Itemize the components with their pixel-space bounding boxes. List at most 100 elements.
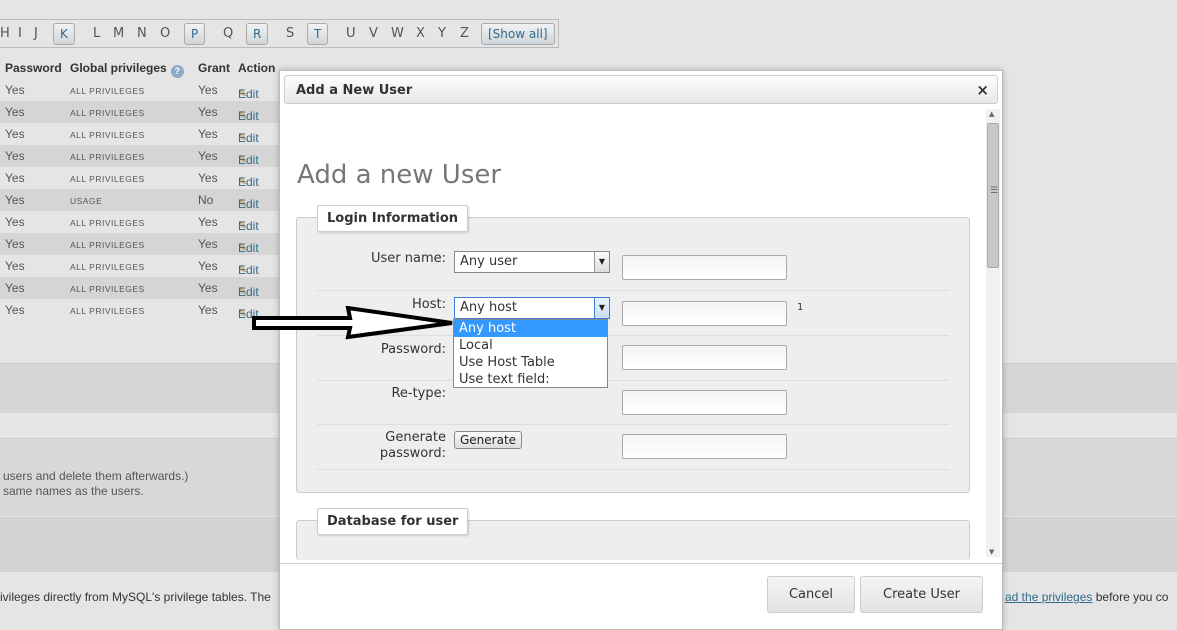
table-row: Yes ALL PRIVILEGES Yes ✎ Edit <box>0 123 300 145</box>
generated-password-input[interactable] <box>622 434 787 459</box>
privileges-cell: ALL PRIVILEGES <box>70 218 145 228</box>
privileges-cell: ALL PRIVILEGES <box>70 306 145 316</box>
generate-password-label: Generate password: <box>380 430 446 462</box>
footer-note-left: ivileges directly from MySQL's privilege… <box>0 590 271 604</box>
password-cell: Yes <box>5 149 25 163</box>
host-input[interactable] <box>622 301 787 326</box>
host-marker: 1 <box>797 302 804 313</box>
edit-link[interactable]: Edit <box>238 241 259 255</box>
alphabet-bar: H I J K L M N O P Q R S T U V W X Y Z [S… <box>0 19 559 48</box>
scroll-down-icon[interactable]: ▼ <box>989 548 994 556</box>
letter-y[interactable]: Y <box>438 26 446 41</box>
grant-cell: No <box>198 193 214 207</box>
password-input[interactable] <box>622 345 787 370</box>
col-global-privileges-label[interactable]: Global privileges <box>70 61 167 75</box>
info-icon[interactable]: ? <box>170 65 184 78</box>
letter-m[interactable]: M <box>113 26 124 41</box>
close-icon[interactable]: × <box>976 81 989 99</box>
chevron-down-icon[interactable]: ▼ <box>594 298 609 318</box>
letter-t[interactable]: T <box>307 23 329 45</box>
host-option-local[interactable]: Local <box>454 337 607 354</box>
edit-link[interactable]: Edit <box>238 263 259 277</box>
letter-z[interactable]: Z <box>460 26 469 41</box>
grant-cell: Yes <box>198 259 218 273</box>
generate-button[interactable]: Generate <box>454 431 523 449</box>
database-for-user-legend: Database for user <box>317 508 469 535</box>
password-row: Password: <box>317 336 949 381</box>
letter-v[interactable]: V <box>369 26 378 41</box>
username-select[interactable]: Any user ▼ <box>454 251 610 273</box>
login-information-legend: Login Information <box>317 205 469 232</box>
col-grant[interactable]: Grant <box>198 61 230 75</box>
edit-link[interactable]: Edit <box>238 131 259 145</box>
letter-w[interactable]: W <box>391 26 404 41</box>
page-title: Add a new User <box>297 160 502 191</box>
grant-cell: Yes <box>198 281 218 295</box>
letter-x[interactable]: X <box>416 26 425 41</box>
privileges-cell: USAGE <box>70 196 103 206</box>
privileges-cell: ALL PRIVILEGES <box>70 262 145 272</box>
host-option-use-host-table[interactable]: Use Host Table <box>454 354 607 371</box>
grip-icon: ☰ <box>990 186 999 196</box>
retype-input[interactable] <box>622 390 787 415</box>
table-row: Yes ALL PRIVILEGES Yes ✎ Edit <box>0 167 300 189</box>
letter-h[interactable]: H <box>0 26 10 41</box>
generate-password-row: Generate password: Generate <box>317 425 949 470</box>
footer-note-tail: before you co <box>1095 590 1169 604</box>
grant-cell: Yes <box>198 303 218 317</box>
privileges-cell: ALL PRIVILEGES <box>70 108 145 118</box>
cancel-button[interactable]: Cancel <box>767 576 855 613</box>
col-password[interactable]: Password <box>5 61 62 75</box>
retype-row: Re-type: <box>317 381 949 425</box>
col-action: Action <box>238 61 276 75</box>
privileges-cell: ALL PRIVILEGES <box>70 86 145 96</box>
letter-j[interactable]: J <box>34 26 38 41</box>
host-option-use-text-field[interactable]: Use text field: <box>454 371 607 388</box>
note-line: users and delete them afterwards.) <box>3 469 189 483</box>
privileges-cell: ALL PRIVILEGES <box>70 240 145 250</box>
create-user-button[interactable]: Create User <box>860 576 983 613</box>
grant-cell: Yes <box>198 127 218 141</box>
letter-i[interactable]: I <box>18 26 22 41</box>
password-cell: Yes <box>5 215 25 229</box>
letter-n[interactable]: N <box>137 26 147 41</box>
table-row: Yes ALL PRIVILEGES Yes ✎ Edit <box>0 79 300 101</box>
edit-link[interactable]: Edit <box>238 175 259 189</box>
letter-o[interactable]: O <box>160 26 170 41</box>
host-option-any-host[interactable]: Any host <box>454 320 607 337</box>
grant-cell: Yes <box>198 83 218 97</box>
host-select[interactable]: Any host ▼ <box>454 297 610 319</box>
table-row: Yes ALL PRIVILEGES Yes ✎ Edit <box>0 277 300 299</box>
edit-link[interactable]: Edit <box>238 87 259 101</box>
table-row: Yes ALL PRIVILEGES Yes ✎ Edit <box>0 211 300 233</box>
letter-k[interactable]: K <box>53 23 75 45</box>
letter-p[interactable]: P <box>184 23 206 45</box>
edit-link[interactable]: Edit <box>238 285 259 299</box>
password-cell: Yes <box>5 303 25 317</box>
show-all-link[interactable]: [Show all] <box>481 23 555 45</box>
edit-link[interactable]: Edit <box>238 219 259 233</box>
table-row: Yes ALL PRIVILEGES Yes ✎ Edit <box>0 101 300 123</box>
grant-cell: Yes <box>198 237 218 251</box>
dialog-scrollbar[interactable]: ▲ ☰ ▼ <box>986 109 1000 557</box>
password-cell: Yes <box>5 193 25 207</box>
letter-r[interactable]: R <box>246 23 269 45</box>
grant-cell: Yes <box>198 171 218 185</box>
dialog-titlebar[interactable]: Add a New User × <box>284 75 998 104</box>
edit-link[interactable]: Edit <box>238 153 259 167</box>
username-input[interactable] <box>622 255 787 280</box>
letter-u[interactable]: U <box>346 26 356 41</box>
scroll-up-icon[interactable]: ▲ <box>989 110 994 118</box>
reload-privileges-link[interactable]: ad the privileges <box>1005 590 1092 604</box>
table-row: Yes ALL PRIVILEGES Yes ✎ Edit <box>0 145 300 167</box>
letter-q[interactable]: Q <box>223 26 233 41</box>
letter-s[interactable]: S <box>286 26 294 41</box>
letter-l[interactable]: L <box>93 26 100 41</box>
table-row: Yes ALL PRIVILEGES Yes ✎ Edit <box>0 233 300 255</box>
chevron-down-icon[interactable]: ▼ <box>594 252 609 272</box>
edit-link[interactable]: Edit <box>238 197 259 211</box>
edit-link[interactable]: Edit <box>238 109 259 123</box>
scrollbar-thumb[interactable]: ☰ <box>987 123 999 268</box>
grant-cell: Yes <box>198 105 218 119</box>
dialog-title: Add a New User <box>296 83 413 98</box>
